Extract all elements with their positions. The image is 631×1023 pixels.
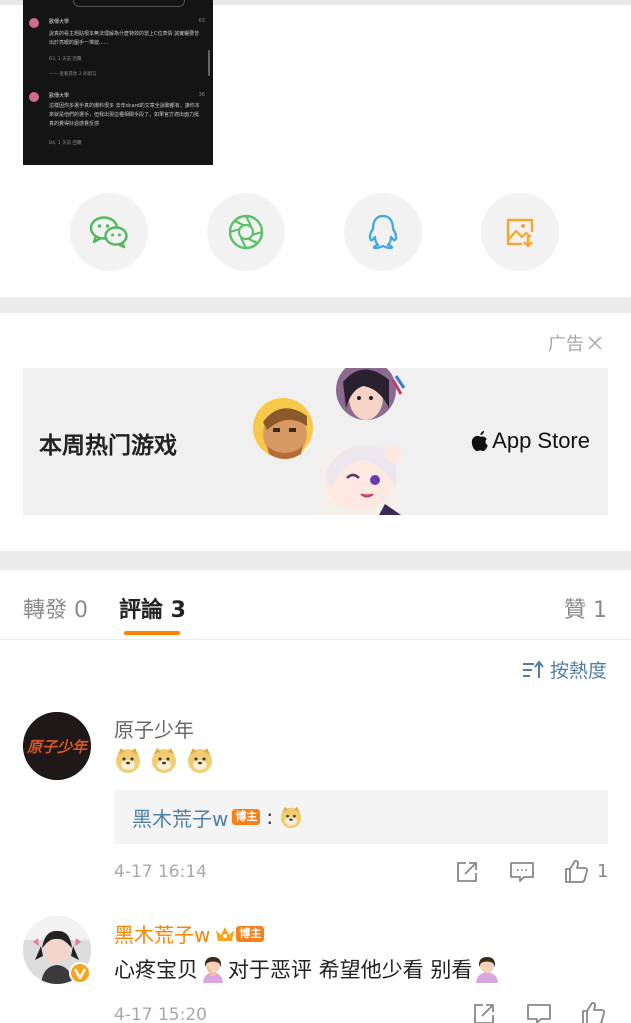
section-divider — [0, 297, 631, 313]
tab-repost[interactable]: 轉發 0 — [23, 592, 88, 624]
ad-label[interactable]: 广告 — [548, 330, 603, 356]
shrug-girl-emoji-icon — [476, 957, 499, 983]
blogger-badge: 博主 — [232, 809, 261, 825]
close-icon[interactable] — [587, 335, 603, 351]
qq-icon — [368, 214, 398, 250]
doge-emoji-icon — [280, 806, 302, 829]
thumb-scrollbar — [208, 50, 210, 76]
game-characters-illustration — [253, 368, 406, 515]
wechat-icon — [89, 216, 128, 249]
comment-username[interactable]: 黑木荒子w — [114, 919, 210, 948]
tab-comments[interactable]: 評論 3 — [119, 592, 186, 624]
thumb-comment-name: 歐傳大學 — [49, 93, 70, 99]
thumb-comment-likes: 36 — [198, 92, 205, 98]
thumbs-up-icon — [565, 860, 589, 883]
avatar[interactable]: 原子少年 — [23, 712, 91, 780]
comment-text-part: 对于恶评 希望他少看 别看 — [228, 958, 473, 982]
doge-emoji-icon — [188, 748, 212, 773]
comment-text-part: 心疼宝贝 — [114, 958, 198, 982]
comment-text — [114, 746, 222, 774]
interaction-tabs: 轉發 0 評論 3 贊 1 — [0, 570, 631, 640]
ad-banner[interactable]: 本周热门游戏 App Store — [23, 368, 608, 515]
thumbs-up-icon — [582, 1002, 606, 1023]
thumb-comment-meta: B3, 1 天前 回覆 — [49, 57, 82, 62]
app-store-label: App Store — [492, 428, 590, 453]
thumb-more-replies: —— 查看其他 2 則留言 — [49, 72, 97, 77]
section-divider — [0, 551, 631, 570]
svg-text:原子少年: 原子少年 — [26, 738, 89, 756]
share-icon — [457, 862, 477, 882]
thumb-avatar — [29, 18, 39, 28]
app-store-badge: App Store — [470, 428, 590, 454]
active-tab-indicator — [124, 631, 180, 635]
reply-comment-button[interactable] — [509, 860, 535, 884]
like-comment-button[interactable] — [580, 1000, 606, 1023]
thumb-comment-text: 這樣因你多選手真的爆料很多 去年dcard的文章全說聊都有，誰你本來就是他們的選… — [49, 103, 200, 127]
apple-icon — [472, 431, 488, 452]
comment-text: 心疼宝贝 对于恶评 希望他少看 别看 — [114, 954, 502, 984]
sort-by-popularity[interactable]: 按熱度 — [522, 656, 607, 683]
reply-username[interactable]: 黑木荒子w — [132, 803, 228, 832]
share-save-image-button[interactable] — [481, 193, 559, 271]
ad-label-text: 广告 — [548, 334, 584, 355]
like-count: 1 — [597, 860, 609, 882]
avatar-logo: 原子少年 — [23, 712, 91, 780]
like-comment-button[interactable]: 1 — [563, 858, 608, 884]
blogger-badge: 博主 — [236, 925, 265, 942]
save-image-icon — [506, 218, 534, 248]
doge-emoji-icon — [116, 748, 140, 773]
comment-time: 4-17 16:14 — [114, 862, 207, 882]
comment-username[interactable]: 原子少年 — [114, 714, 194, 743]
crown-icon — [216, 926, 235, 941]
share-comment-button[interactable] — [472, 1002, 496, 1023]
sort-icon — [522, 659, 544, 678]
thumb-comment-text: 說真的看主題貼根本無法理解為什麼特效的當上C位表情 誠實曬要曾出於亮眼的圖手一堆… — [49, 31, 200, 46]
comment-time: 4-17 15:20 — [114, 1005, 207, 1023]
share-comment-button[interactable] — [455, 860, 479, 884]
doge-emoji-icon — [152, 748, 176, 773]
moments-icon — [228, 214, 264, 250]
share-moments-button[interactable] — [207, 193, 285, 271]
facepalm-girl-emoji-icon — [203, 957, 223, 983]
tab-likes[interactable]: 贊 1 — [564, 592, 607, 624]
thumb-comment-meta: B4, 1 天前 回覆 — [49, 141, 82, 146]
verified-badge-icon — [69, 962, 91, 984]
thumb-search-pill — [73, 0, 185, 7]
share-wechat-button[interactable] — [70, 193, 148, 271]
ad-banner-text: 本周热门游戏 — [39, 433, 177, 459]
reply-separator: : — [266, 805, 274, 829]
share-row — [0, 193, 631, 271]
share-icon — [474, 1004, 494, 1023]
thumb-comment-likes: 63 — [198, 18, 205, 24]
comment-icon — [527, 1004, 551, 1023]
comment-icon — [510, 862, 534, 882]
reply-comment-button[interactable] — [526, 1002, 552, 1023]
comment-username-row: 黑木荒子w 博主 — [114, 919, 265, 948]
sort-label: 按熱度 — [549, 660, 607, 682]
reply-preview[interactable]: 黑木荒子w 博主 : — [114, 790, 608, 844]
shared-screenshot[interactable]: 歐傳大學 63 說真的看主題貼根本無法理解為什麼特效的當上C位表情 誠實曬要曾出… — [23, 0, 213, 165]
share-qq-button[interactable] — [344, 193, 422, 271]
thumb-comment-name: 歐傳大學 — [49, 19, 70, 25]
thumb-avatar — [29, 92, 39, 102]
